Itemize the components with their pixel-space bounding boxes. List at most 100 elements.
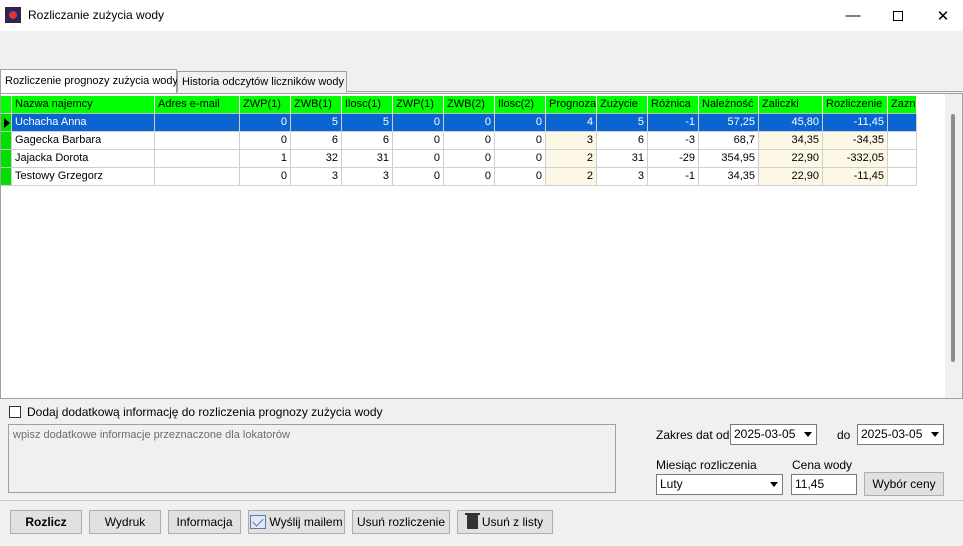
table-cell[interactable] <box>155 132 240 150</box>
table-cell[interactable]: 5 <box>342 114 393 132</box>
print-button[interactable]: Wydruk <box>89 510 161 534</box>
table-row[interactable]: Gagecka Barbara 0 6 6 0 0 0 3 6 -3 68,7 34,35 -34,35 <box>1 132 917 150</box>
column-header[interactable]: Zużycie <box>597 96 648 114</box>
tab-history[interactable]: Historia odczytów liczników wody <box>177 71 347 92</box>
table-cell[interactable]: 3 <box>546 132 597 150</box>
table-cell[interactable]: 32 <box>291 150 342 168</box>
table-cell[interactable]: -34,35 <box>823 132 888 150</box>
table-cell[interactable] <box>155 150 240 168</box>
settle-button[interactable]: Rozlicz <box>10 510 82 534</box>
tab-settlement[interactable]: Rozliczenie prognozy zużycia wody <box>0 69 178 93</box>
table-cell[interactable] <box>888 132 917 150</box>
chevron-down-icon[interactable] <box>927 426 942 443</box>
table-cell[interactable]: 0 <box>393 114 444 132</box>
price-input[interactable]: 11,45 <box>791 474 857 495</box>
scrollbar-thumb[interactable] <box>951 114 955 362</box>
table-cell[interactable]: Gagecka Barbara <box>12 132 155 150</box>
table-cell[interactable]: 31 <box>597 150 648 168</box>
table-cell[interactable]: 2 <box>546 150 597 168</box>
table-cell[interactable]: 34,35 <box>759 132 823 150</box>
chevron-down-icon[interactable] <box>800 426 815 443</box>
table-cell[interactable]: -1 <box>648 168 699 186</box>
table-cell[interactable]: 1 <box>240 150 291 168</box>
table-cell[interactable] <box>155 114 240 132</box>
table-cell[interactable]: -3 <box>648 132 699 150</box>
row-indicator[interactable] <box>1 132 12 150</box>
table-cell[interactable]: 0 <box>240 132 291 150</box>
vertical-scrollbar[interactable] <box>945 94 962 398</box>
date-to-picker[interactable]: 2025-03-05 <box>857 424 944 445</box>
table-cell[interactable]: 0 <box>444 150 495 168</box>
table-cell[interactable]: -29 <box>648 150 699 168</box>
table-cell[interactable]: 0 <box>393 132 444 150</box>
table-cell[interactable]: 6 <box>342 132 393 150</box>
extra-info-textarea[interactable]: wpisz dodatkowe informacje przeznaczone … <box>8 424 616 493</box>
info-button[interactable]: Informacja <box>168 510 241 534</box>
column-header[interactable]: Różnica <box>648 96 699 114</box>
table-cell[interactable]: Uchacha Anna <box>12 114 155 132</box>
row-indicator[interactable] <box>1 168 12 186</box>
column-header[interactable]: Ilosc(2) <box>495 96 546 114</box>
table-cell[interactable]: 0 <box>495 150 546 168</box>
table-row[interactable]: Jajacka Dorota 1 32 31 0 0 0 2 31 -29 354,95 22,90-… <box>1 150 917 168</box>
column-header[interactable]: ZWB(1) <box>291 96 342 114</box>
table-cell[interactable]: 5 <box>291 114 342 132</box>
minimize-button[interactable]: — <box>830 0 876 31</box>
table-cell[interactable]: 57,25 <box>699 114 759 132</box>
column-header[interactable]: Rozliczenie <box>823 96 888 114</box>
table-cell[interactable]: 6 <box>597 132 648 150</box>
tenants-grid[interactable]: Nazwa najemcy Adres e-mail ZWP(1) ZWB(1) Ilo… <box>0 93 963 399</box>
column-header[interactable]: ZWP(1) <box>393 96 444 114</box>
extra-info-checkbox[interactable] <box>9 406 21 418</box>
table-cell[interactable]: 0 <box>240 168 291 186</box>
extra-info-option[interactable]: Dodaj dodatkową informację do rozliczeni… <box>9 405 383 419</box>
table-cell[interactable]: 3 <box>291 168 342 186</box>
table-cell[interactable]: Jajacka Dorota <box>12 150 155 168</box>
column-header[interactable]: Zazn. <box>888 96 917 114</box>
table-cell[interactable]: 34,35 <box>699 168 759 186</box>
row-indicator[interactable] <box>1 150 12 168</box>
table-row[interactable]: Uchacha Anna 0 5 5 0 0 0 4 5 -1 57,25 45,80 -11,45 <box>1 114 917 132</box>
send-mail-button[interactable]: Wyślij mailem <box>248 510 345 534</box>
table-cell[interactable]: 22,90 <box>759 168 823 186</box>
table-cell[interactable]: 6 <box>291 132 342 150</box>
table-cell[interactable]: 0 <box>495 114 546 132</box>
row-indicator[interactable] <box>1 114 12 132</box>
table-cell[interactable]: 0 <box>393 168 444 186</box>
choose-price-button[interactable]: Wybór ceny <box>864 472 944 496</box>
remove-settlement-button[interactable]: Usuń rozliczenie <box>352 510 450 534</box>
column-header[interactable]: Zaliczki <box>759 96 823 114</box>
table-cell[interactable]: 31 <box>342 150 393 168</box>
table-cell[interactable]: 68,7 <box>699 132 759 150</box>
table-cell[interactable] <box>888 150 917 168</box>
table-cell[interactable]: 2 <box>546 168 597 186</box>
table-cell[interactable]: 22,90 <box>759 150 823 168</box>
table-cell[interactable] <box>888 168 917 186</box>
table-cell[interactable]: 0 <box>444 132 495 150</box>
column-header[interactable]: Nazwa najemcy <box>12 96 155 114</box>
column-header[interactable]: Ilosc(1) <box>342 96 393 114</box>
chevron-down-icon[interactable] <box>766 476 781 493</box>
maximize-button[interactable] <box>875 0 921 31</box>
table-cell[interactable]: -1 <box>648 114 699 132</box>
close-button[interactable]: ✕ <box>920 0 963 31</box>
table-row[interactable]: Testowy Grzegorz 0 3 3 0 0 0 2 3 -1 34,35 22,90 -11,… <box>1 168 917 186</box>
table-cell[interactable]: -332,05 <box>823 150 888 168</box>
column-header[interactable]: ZWB(2) <box>444 96 495 114</box>
table-cell[interactable]: 0 <box>393 150 444 168</box>
table-cell[interactable]: 0 <box>495 132 546 150</box>
column-header[interactable]: Prognoza <box>546 96 597 114</box>
table-cell[interactable]: -11,45 <box>823 168 888 186</box>
table-cell[interactable]: 4 <box>546 114 597 132</box>
table-cell[interactable]: Testowy Grzegorz <box>12 168 155 186</box>
table-cell[interactable] <box>888 114 917 132</box>
table-cell[interactable]: 0 <box>444 168 495 186</box>
table-cell[interactable]: 0 <box>495 168 546 186</box>
table-cell[interactable]: 354,95 <box>699 150 759 168</box>
table-cell[interactable]: 0 <box>444 114 495 132</box>
date-from-picker[interactable]: 2025-03-05 <box>730 424 817 445</box>
table-cell[interactable]: 45,80 <box>759 114 823 132</box>
table-cell[interactable]: 3 <box>342 168 393 186</box>
month-select[interactable]: Luty <box>656 474 783 495</box>
column-header[interactable]: ZWP(1) <box>240 96 291 114</box>
